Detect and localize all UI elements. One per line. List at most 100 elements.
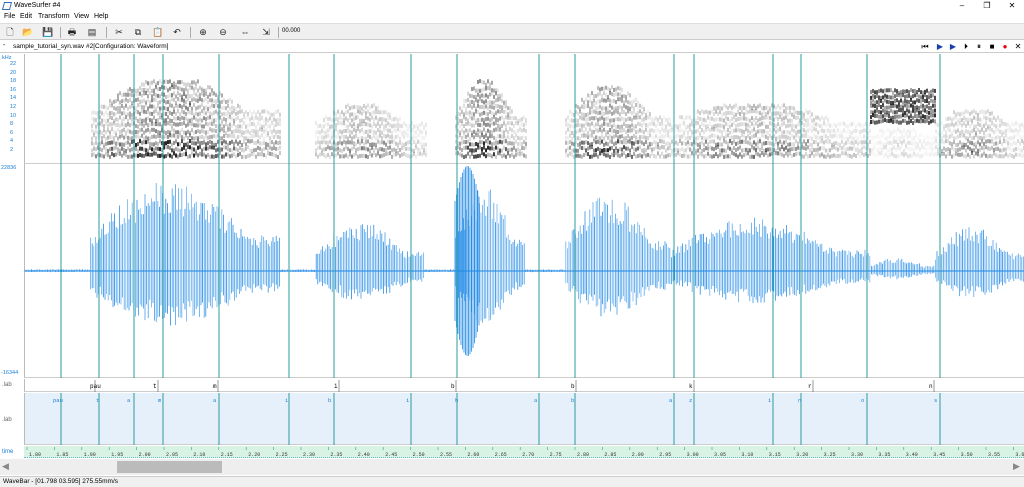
spectrogram-cell	[876, 93, 878, 98]
spectrogram-cell	[785, 106, 787, 111]
spectrogram-cell	[267, 110, 269, 115]
spectrogram-cell	[491, 146, 493, 151]
spectrogram-cell	[117, 97, 119, 102]
spectrogram-cell	[703, 142, 705, 147]
spectrogram-cell	[177, 147, 179, 152]
spectrogram-cell	[203, 98, 205, 103]
spectrogram-cell	[811, 124, 813, 129]
spectrogram-cell	[833, 145, 835, 150]
spectrogram-cell	[599, 99, 601, 104]
spectrogram-cell	[945, 117, 947, 122]
spectrogram-cell	[953, 153, 955, 158]
spectrogram-cell	[469, 110, 471, 115]
spectrogram-cell	[851, 130, 853, 135]
spectrogram-cell	[957, 128, 959, 133]
spectrogram-cell	[249, 148, 251, 153]
spectrogram-cell	[263, 124, 265, 129]
spectrogram-cell	[317, 135, 319, 140]
spectrogram-cell	[615, 99, 617, 104]
spectrogram-cell	[231, 139, 233, 144]
spectrogram-cell	[487, 79, 489, 84]
spectrogram-cell	[920, 99, 922, 104]
spectrogram-cell	[145, 140, 147, 145]
spectrogram-cell	[377, 148, 379, 153]
spectrogram-cell	[369, 105, 371, 110]
spectrogram-cell	[245, 129, 247, 134]
spectrogram-cell	[853, 121, 855, 125]
spectrogram-cell	[189, 82, 191, 87]
spectrogram-cell	[923, 152, 925, 156]
spectrogram-cell	[877, 148, 879, 153]
spectrogram-cell	[387, 121, 389, 126]
spectrogram-cell	[483, 100, 485, 105]
spectrogram-cell	[341, 116, 343, 121]
spectrogram-cell	[923, 136, 925, 140]
spectrogram-cell	[191, 122, 193, 127]
spectrogram-cell	[823, 129, 825, 134]
spectrogram-cell	[869, 129, 871, 134]
spectrogram-cell	[918, 105, 920, 110]
spectrogram-cell	[419, 148, 421, 153]
spectrogram-cell	[203, 88, 205, 93]
spectrogram-cell	[241, 142, 243, 147]
spectrogram-cell	[1017, 129, 1019, 134]
spectrogram-cell	[609, 127, 611, 132]
spectrogram-cell	[971, 129, 973, 134]
spectrogram-cell	[637, 105, 639, 110]
spectrogram-cell	[627, 124, 629, 129]
spectrogram-cell	[499, 93, 501, 98]
spectrogram-cell	[661, 121, 663, 126]
spectrogram-cell	[489, 118, 491, 123]
spectrogram-cell	[385, 148, 387, 153]
spectrogram-cell	[267, 151, 269, 156]
spectrogram-cell	[277, 117, 279, 122]
spectrogram-cell	[425, 152, 427, 157]
spectrogram-cell	[597, 99, 599, 104]
spectrogram-cell	[795, 110, 797, 115]
spectrogram-cell	[339, 115, 341, 120]
spectrogram-cell	[209, 145, 211, 150]
spectrogram-cell	[315, 121, 317, 126]
spectrogram-cell	[235, 129, 237, 134]
spectrogram-cell	[735, 148, 737, 153]
spectrogram-cell	[95, 111, 97, 116]
spectrogram-cell	[667, 129, 669, 134]
spectrogram-cell	[882, 108, 884, 113]
spectrogram-cell	[341, 130, 343, 135]
spectrogram-cell	[961, 152, 963, 157]
spectrogram-cell	[749, 154, 751, 159]
spectrogram-cell	[469, 100, 471, 105]
spectrogram-cell	[95, 136, 97, 141]
spectrogram-cell	[731, 122, 733, 127]
spectrogram-cell	[757, 145, 759, 150]
spectrogram-cell	[143, 147, 145, 152]
spectrogram-cell	[151, 118, 153, 123]
spectrogram-cell	[577, 123, 579, 128]
spectrogram-cell	[139, 146, 141, 151]
spectrogram-cell	[157, 111, 159, 116]
spectrogram-cell	[157, 141, 159, 146]
spectrogram-cell	[741, 148, 743, 153]
spectrogram-cell	[381, 130, 383, 135]
spectrogram-cell	[237, 129, 239, 134]
spectrogram-cell	[857, 147, 859, 152]
spectrogram-cell	[273, 146, 275, 151]
spectrogram-cell	[513, 136, 515, 141]
spectrogram-cell	[215, 118, 217, 123]
spectrogram-cell	[403, 152, 405, 157]
spectrogram-cell	[1019, 152, 1021, 157]
spectrogram-cell	[207, 130, 209, 135]
spectrogram-cell	[751, 134, 753, 139]
spectrogram-cell	[571, 118, 573, 123]
spectrogram-cell	[127, 99, 129, 104]
spectrogram-cell	[193, 97, 195, 102]
spectrogram-cell	[703, 123, 705, 128]
spectrogram-cell	[471, 116, 473, 121]
spectrogram-cell	[465, 121, 467, 126]
spectrogram-cell	[127, 106, 129, 111]
spectrogram-cell	[747, 103, 749, 108]
spectrogram-cell	[709, 128, 711, 133]
spectrogram-cell	[902, 100, 904, 105]
spectrogram-cell	[143, 123, 145, 128]
spectrogram-cell	[173, 91, 175, 96]
